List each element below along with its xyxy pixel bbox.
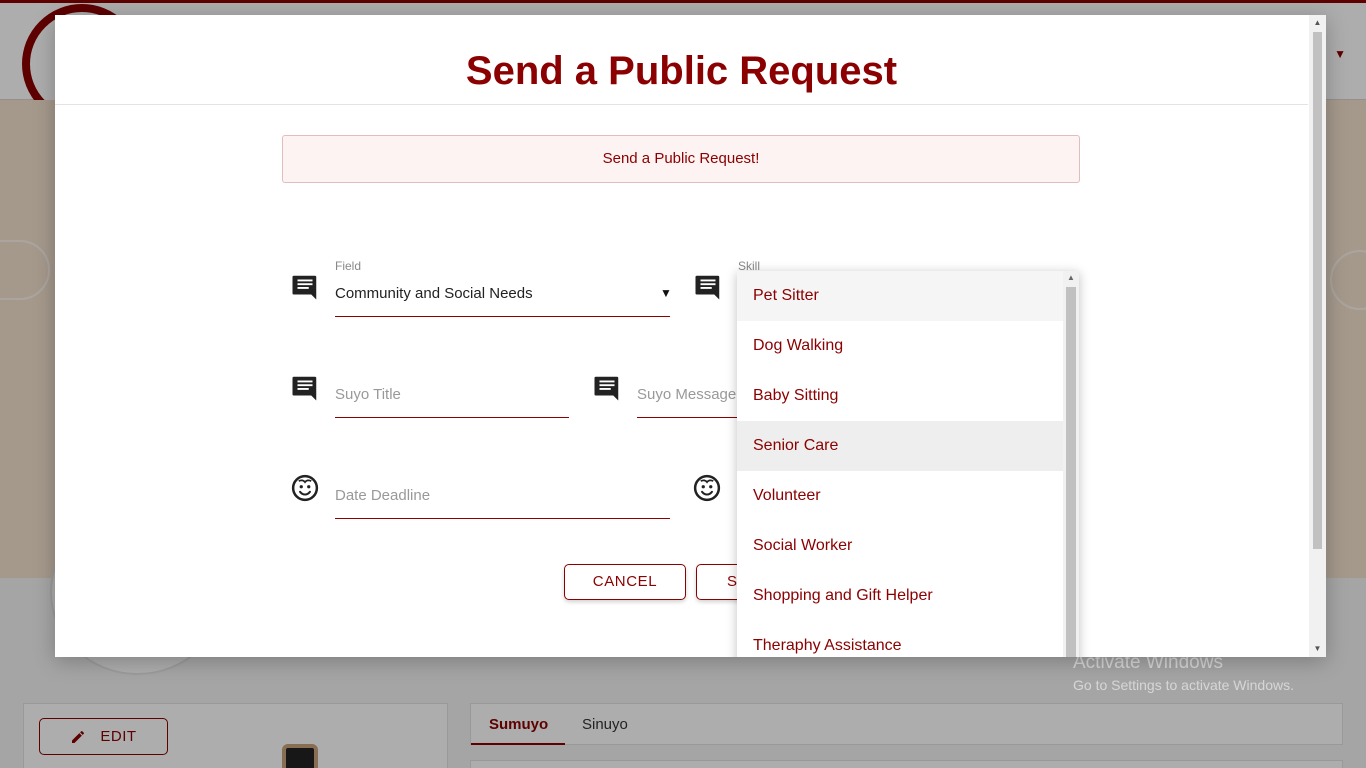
suyo-title-input[interactable]: Suyo Title: [335, 386, 401, 403]
skill-option[interactable]: Theraphy Assistance: [737, 621, 1063, 657]
windows-activation-watermark: Activate Windows Go to Settings to activ…: [1073, 652, 1294, 693]
dropdown-scrollbar-thumb[interactable]: [1066, 287, 1076, 657]
dropdown-arrow-icon[interactable]: ▼: [660, 286, 672, 300]
skill-option[interactable]: Social Worker: [737, 521, 1063, 571]
scroll-up-arrow-icon[interactable]: ▲: [1063, 271, 1079, 285]
suyo-message-input[interactable]: Suyo Message: [637, 386, 736, 403]
skill-option[interactable]: Pet Sitter: [737, 271, 1063, 321]
skill-option[interactable]: Dog Walking: [737, 321, 1063, 371]
skill-option[interactable]: Shopping and Gift Helper: [737, 571, 1063, 621]
date-deadline-underline: [335, 518, 670, 519]
chat-bubble-icon: [292, 376, 317, 401]
skill-option[interactable]: Volunteer: [737, 471, 1063, 521]
watermark-subtitle: Go to Settings to activate Windows.: [1073, 677, 1294, 693]
chat-bubble-icon: [594, 376, 619, 401]
field-select-underline: [335, 316, 670, 317]
cancel-button[interactable]: CANCEL: [564, 564, 686, 600]
scroll-down-arrow-icon[interactable]: ▼: [1309, 641, 1326, 657]
modal-divider: [55, 104, 1308, 105]
face-icon: [291, 474, 319, 502]
modal-scrollbar[interactable]: ▲ ▼: [1309, 15, 1326, 657]
chat-bubble-icon: [695, 275, 720, 300]
info-alert: Send a Public Request!: [282, 135, 1080, 183]
suyo-title-underline: [335, 417, 569, 418]
face-icon: [693, 474, 721, 502]
scroll-up-arrow-icon[interactable]: ▲: [1309, 15, 1326, 31]
modal-title: Send a Public Request: [465, 49, 898, 93]
suyo-message-underline: [637, 417, 737, 418]
public-request-modal: Send a Public Request Send a Public Requ…: [55, 15, 1326, 657]
skill-option[interactable]: Baby Sitting: [737, 371, 1063, 421]
field-label: Field: [335, 259, 362, 273]
skill-option[interactable]: Senior Care: [737, 421, 1063, 471]
field-select-value[interactable]: Community and Social Needs: [335, 285, 533, 302]
date-deadline-input[interactable]: Date Deadline: [335, 487, 430, 504]
skill-dropdown-menu[interactable]: Pet Sitter Dog Walking Baby Sitting Seni…: [737, 271, 1079, 657]
chat-bubble-icon: [292, 275, 317, 300]
modal-scrollbar-thumb[interactable]: [1313, 32, 1322, 549]
dropdown-scrollbar[interactable]: ▲: [1063, 271, 1079, 657]
